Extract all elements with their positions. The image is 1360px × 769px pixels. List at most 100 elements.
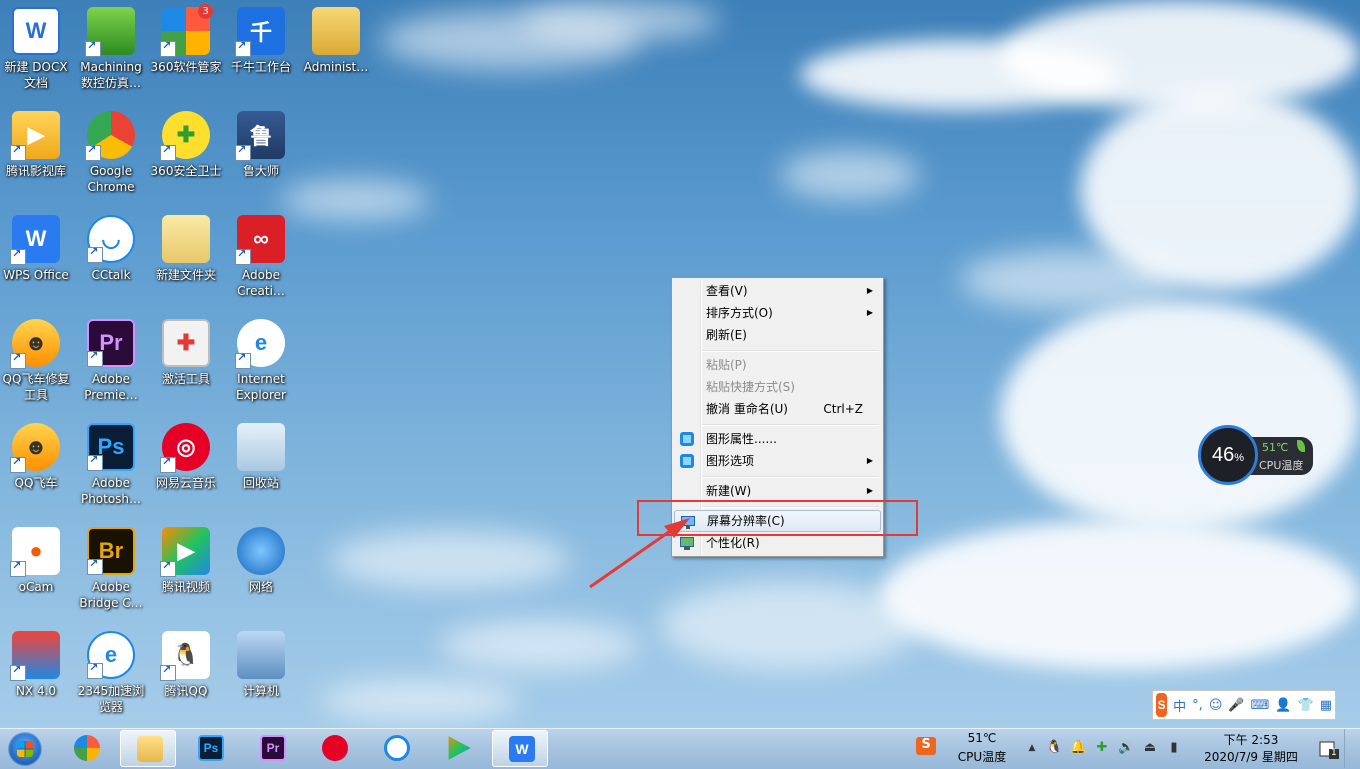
desktop-icon[interactable]: NX 4.0 <box>0 625 72 699</box>
taskbar-cctalk[interactable] <box>368 730 424 767</box>
desktop-icon[interactable]: ◡ CCtalk <box>75 209 147 283</box>
bell-icon[interactable]: 🔔 <box>1070 740 1086 756</box>
sogou-logo-icon[interactable]: S <box>1156 693 1168 717</box>
menu-item-new[interactable]: 新建(W) ▶ <box>674 480 881 502</box>
menu-item-view[interactable]: 查看(V) ▶ <box>674 280 881 302</box>
360-guard-icon: ✚ <box>160 111 210 161</box>
show-desktop-button[interactable] <box>1344 729 1360 768</box>
microphone-icon[interactable]: 🎤 <box>1228 698 1244 713</box>
skin-icon[interactable]: 👕 <box>1298 698 1314 713</box>
creative-cloud-icon: ∞ <box>235 215 285 265</box>
network-icon <box>237 527 285 575</box>
desktop-icon-label: NX 4.0 <box>15 684 57 698</box>
user-folder-icon <box>312 7 360 55</box>
menu-separator <box>702 350 879 352</box>
taskbar-netease-music[interactable] <box>306 730 362 767</box>
shortcut-arrow-icon <box>10 663 26 681</box>
menu-item-paste[interactable]: 粘贴(P) <box>674 354 881 376</box>
desktop-icon-label: 鲁大师 <box>242 164 279 178</box>
qianniu-icon: 千 <box>235 7 285 57</box>
shortcut-arrow-icon <box>160 559 176 577</box>
qq-icon: 🐧 <box>160 631 210 681</box>
desktop-icon[interactable]: ✚ 360安全卫士 <box>150 105 222 179</box>
desktop-icon[interactable]: Ps Adobe Photosh… <box>75 417 147 507</box>
360-guard-tray-icon[interactable]: ✚ <box>1094 740 1110 756</box>
desktop-icon-label: Administ… <box>303 60 369 74</box>
desktop-icon[interactable]: 鲁鲁大师 <box>225 105 297 179</box>
taskbar-tencent-video[interactable] <box>430 730 486 767</box>
ocam-icon: ● <box>10 527 60 577</box>
volume-icon[interactable]: 🔊 <box>1118 740 1134 756</box>
desktop-icon[interactable]: Pr Adobe Premie… <box>75 313 147 403</box>
keyboard-icon[interactable]: ⌨ <box>1251 698 1270 713</box>
desktop-icon[interactable]: e 2345加速浏 览器 <box>75 625 147 715</box>
taskbar-360-software[interactable] <box>58 730 114 767</box>
shortcut-arrow-icon <box>235 247 251 265</box>
toolbox-icon[interactable]: ▦ <box>1320 698 1332 713</box>
desktop-icon[interactable]: 回收站 <box>225 417 297 491</box>
ludashi-icon: 鲁 <box>235 111 285 161</box>
desktop-icon[interactable]: ∞Adobe Creati… <box>225 209 297 299</box>
desktop-icon-label: 腾讯视频 <box>161 580 210 594</box>
desktop-icon[interactable]: ● oCam <box>0 521 72 595</box>
submenu-arrow-icon: ▶ <box>866 486 873 495</box>
menu-item-paste-shortcut[interactable]: 粘贴快捷方式(S) <box>674 376 881 398</box>
desktop-icon[interactable]: ▶ 腾讯影视库 <box>0 105 72 179</box>
menu-item-graphics-properties[interactable]: 图形属性...... <box>674 428 881 450</box>
qq-speed-icon: ☻ <box>10 423 60 473</box>
desktop-icon[interactable]: ◎ 网易云音乐 <box>150 417 222 491</box>
desktop-icon[interactable]: ▶ 腾讯视频 <box>150 521 222 595</box>
notification-count: 1 <box>1331 748 1337 758</box>
desktop-icon-label: 计算机 <box>242 684 279 698</box>
clock-time[interactable]: 下午 2:53 <box>1196 731 1306 748</box>
desktop-icon[interactable]: Google Chrome <box>75 105 147 195</box>
ime-language-toggle[interactable]: 中 <box>1173 696 1186 715</box>
sogou-tray-icon[interactable]: S <box>916 737 936 755</box>
desktop-icon[interactable]: Br Adobe Bridge C… <box>75 521 147 611</box>
taskbar-photoshop[interactable]: Ps <box>182 730 238 767</box>
personalize-icon <box>679 535 695 551</box>
menu-item-sort[interactable]: 排序方式(O) ▶ <box>674 302 881 324</box>
network-signal-icon[interactable]: ▮ <box>1166 740 1182 756</box>
usb-device-icon[interactable]: ⏏ <box>1142 740 1158 756</box>
desktop-icon[interactable]: W 新建 DOCX 文档 <box>0 1 72 91</box>
shortcut-arrow-icon <box>160 143 176 161</box>
start-button[interactable] <box>4 731 46 767</box>
shortcut-arrow-icon <box>10 143 26 161</box>
desktop-icon-label: 新建 DOCX 文档 <box>4 60 68 90</box>
desktop-icon[interactable]: 新建文件夹 <box>150 209 222 283</box>
desktop-icon[interactable]: 3 360软件管家 <box>150 1 222 75</box>
taskbar-explorer[interactable] <box>120 730 176 767</box>
desktop-icon-label: 360软件管家 <box>150 60 222 74</box>
desktop-icon[interactable]: 网络 <box>225 521 297 595</box>
menu-item-undo-shortcut: Ctrl+Z <box>823 402 863 416</box>
desktop-icon[interactable]: 🐧 腾讯QQ <box>150 625 222 699</box>
ie-icon: e <box>235 319 285 369</box>
user-icon[interactable]: 👤 <box>1275 698 1291 713</box>
taskbar-wps[interactable]: W <box>492 730 548 767</box>
desktop-icon[interactable]: Machining 数控仿真… <box>75 1 147 91</box>
taskbar-premiere[interactable]: Pr <box>244 730 300 767</box>
qq-tray-icon[interactable]: 🐧 <box>1046 740 1062 756</box>
desktop-icon[interactable]: ☻QQ飞车修复 工具 <box>0 313 72 403</box>
menu-item-paste-label: 粘贴(P) <box>706 358 747 372</box>
desktop-icon[interactable]: ☻ QQ飞车 <box>0 417 72 491</box>
desktop-icon[interactable]: ✚ 激活工具 <box>150 313 222 387</box>
desktop-icon-label: 回收站 <box>242 476 279 490</box>
desktop-icon[interactable]: 千千牛工作台 <box>225 1 297 75</box>
shortcut-arrow-icon <box>87 245 103 263</box>
desktop-icon-label: QQ飞车 <box>14 476 58 490</box>
action-center-icon[interactable]: 1 <box>1318 740 1340 760</box>
ime-punctuation-toggle[interactable]: °, <box>1192 698 1203 713</box>
emoji-icon[interactable]: ☺ <box>1209 698 1223 713</box>
tencent-media-icon: ▶ <box>10 111 60 161</box>
menu-item-undo-rename[interactable]: 撤消 重命名(U) Ctrl+Z <box>674 398 881 420</box>
desktop-icon[interactable]: Administ… <box>300 1 372 75</box>
desktop-icon[interactable]: 计算机 <box>225 625 297 699</box>
menu-item-refresh[interactable]: 刷新(E) <box>674 324 881 346</box>
desktop-icon[interactable]: eInternet Explorer <box>225 313 297 403</box>
show-hidden-icons-arrow-icon[interactable]: ▲ <box>1024 740 1040 756</box>
menu-item-graphics-options[interactable]: 图形选项 ▶ <box>674 450 881 472</box>
desktop-icon[interactable]: W WPS Office <box>0 209 72 283</box>
clock-date[interactable]: 2020/7/9 星期四 <box>1196 748 1306 765</box>
